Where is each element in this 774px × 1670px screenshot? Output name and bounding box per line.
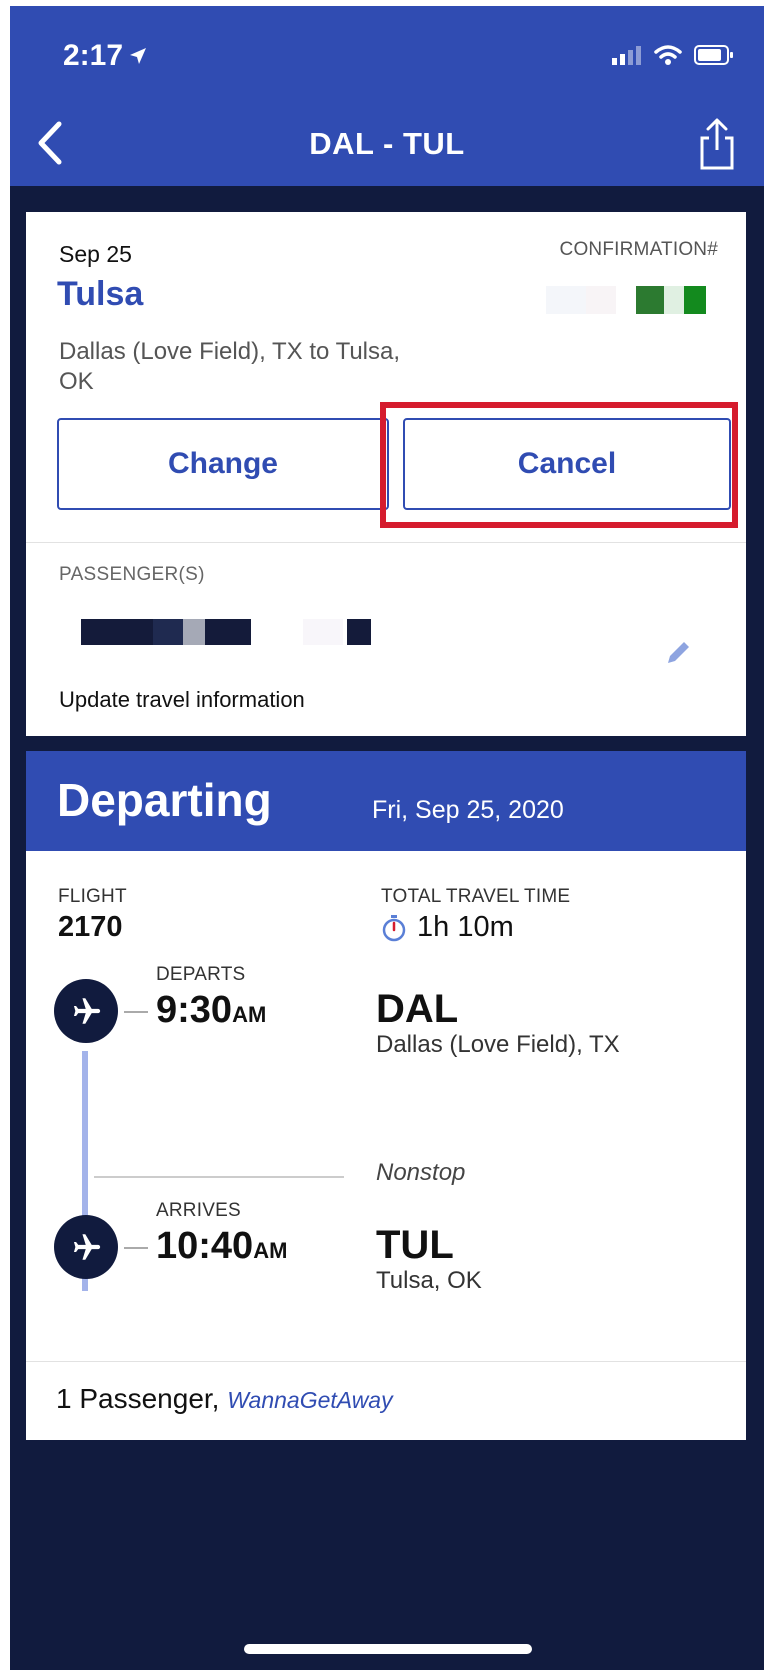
nonstop-divider [94, 1176, 344, 1178]
departure-marker [54, 979, 118, 1043]
arrival-marker [54, 1215, 118, 1279]
share-button[interactable] [692, 116, 742, 172]
departing-title: Departing [57, 774, 272, 826]
departing-date: Fri, Sep 25, 2020 [372, 796, 564, 824]
arrival-tick [124, 1247, 148, 1249]
trip-route: Dallas (Love Field), TX to Tulsa, OK [59, 338, 401, 395]
location-arrow-icon [130, 48, 147, 64]
flight-label: FLIGHT [58, 886, 127, 907]
trip-card: Sep 25 Tulsa Dallas (Love Field), TX to … [26, 212, 746, 736]
change-button[interactable]: Change [57, 418, 389, 510]
arrives-label: ARRIVES [156, 1200, 241, 1221]
home-indicator[interactable] [244, 1644, 532, 1654]
phone-screen: 2:17 DAL - TUL Sep 25 Tulsa Dallas (Love… [10, 6, 764, 1670]
depart-city: Dallas (Love Field), TX [376, 1031, 620, 1058]
status-time: 2:17 [63, 39, 147, 73]
stopwatch-icon [382, 914, 406, 941]
depart-time: 9:30AM [156, 989, 267, 1031]
trip-destination: Tulsa [57, 275, 144, 313]
status-icons [612, 44, 734, 66]
travel-time: 1h 10m [381, 911, 514, 944]
passenger-name-redacted [81, 619, 381, 645]
page-title: DAL - TUL [309, 126, 465, 161]
divider [26, 1361, 746, 1362]
pencil-icon[interactable] [664, 637, 694, 667]
departure-tick [124, 1011, 148, 1013]
flight-card: Departing Fri, Sep 25, 2020 FLIGHT 2170 … [26, 751, 746, 1440]
confirmation-code-redacted [546, 286, 706, 314]
airplane-icon [73, 1234, 101, 1260]
app-header: 2:17 DAL - TUL [10, 6, 764, 186]
travel-time-label: TOTAL TRAVEL TIME [381, 886, 571, 907]
passengers-label: PASSENGER(S) [59, 564, 205, 585]
departs-label: DEPARTS [156, 964, 246, 985]
wifi-icon [654, 45, 682, 65]
departing-band: Departing Fri, Sep 25, 2020 [26, 751, 746, 851]
share-icon [700, 118, 734, 170]
divider [26, 542, 746, 543]
nonstop-label: Nonstop [376, 1159, 466, 1186]
update-travel-info-link[interactable]: Update travel information [59, 687, 305, 713]
trip-date: Sep 25 [59, 241, 132, 267]
arrive-city: Tulsa, OK [376, 1267, 482, 1294]
airplane-icon [73, 998, 101, 1024]
fare-type: WannaGetAway [227, 1387, 393, 1413]
cancel-highlight-box [380, 402, 738, 528]
confirmation-label: CONFIRMATION# [559, 239, 718, 260]
flight-number: 2170 [58, 911, 123, 943]
arrive-time: 10:40AM [156, 1225, 288, 1267]
battery-icon [694, 45, 733, 65]
passenger-summary: 1 Passenger, WannaGetAway [56, 1383, 393, 1414]
depart-airport-code: DAL [376, 987, 459, 1031]
arrive-airport-code: TUL [376, 1223, 454, 1267]
cellular-signal-icon [612, 46, 641, 65]
